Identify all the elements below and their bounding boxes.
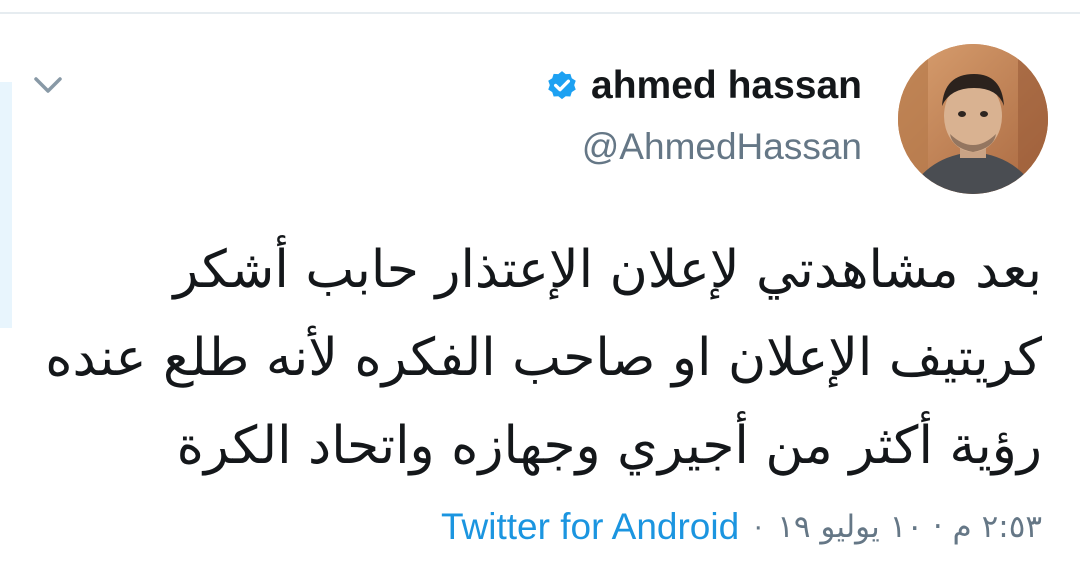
- tweet-meta: ٢:٥٣ م · ١٠ يوليو ١٩ · Twitter for Andro…: [441, 506, 1042, 548]
- profile-photo: [898, 44, 1048, 194]
- verified-badge-icon: [548, 71, 576, 100]
- tweet-text: بعد مشاهدتي لإعلان الإعتذار حابب أشكر كر…: [32, 226, 1042, 490]
- user-handle[interactable]: @AhmedHassan: [545, 126, 862, 168]
- tweet-text-line: رؤية أكثر من أجيري وجهازه واتحاد الكرة: [176, 416, 1042, 476]
- source-link[interactable]: Twitter for Android: [441, 506, 739, 548]
- avatar[interactable]: [898, 44, 1048, 194]
- timestamp[interactable]: ٢:٥٣ م · ١٠ يوليو ١٩: [777, 509, 1042, 545]
- tweet-text-line: بعد مشاهدتي لإعلان الإعتذار حابب أشكر: [173, 240, 1042, 300]
- top-divider: [0, 0, 1080, 14]
- name-row: ahmed hassan: [545, 60, 862, 112]
- display-name[interactable]: ahmed hassan: [591, 64, 862, 108]
- thread-accent-bar: [0, 82, 12, 328]
- tweet-author-header: ahmed hassan @AhmedHassan: [545, 60, 862, 168]
- chevron-down-icon[interactable]: [30, 70, 66, 100]
- tweet-text-line: كريتيف الإعلان او صاحب الفكره لأنه طلع ع…: [45, 328, 1042, 388]
- tweet-detail-view: ahmed hassan @AhmedHassan بعد مشاهدتي لإ…: [0, 0, 1080, 581]
- meta-separator: ·: [753, 510, 764, 543]
